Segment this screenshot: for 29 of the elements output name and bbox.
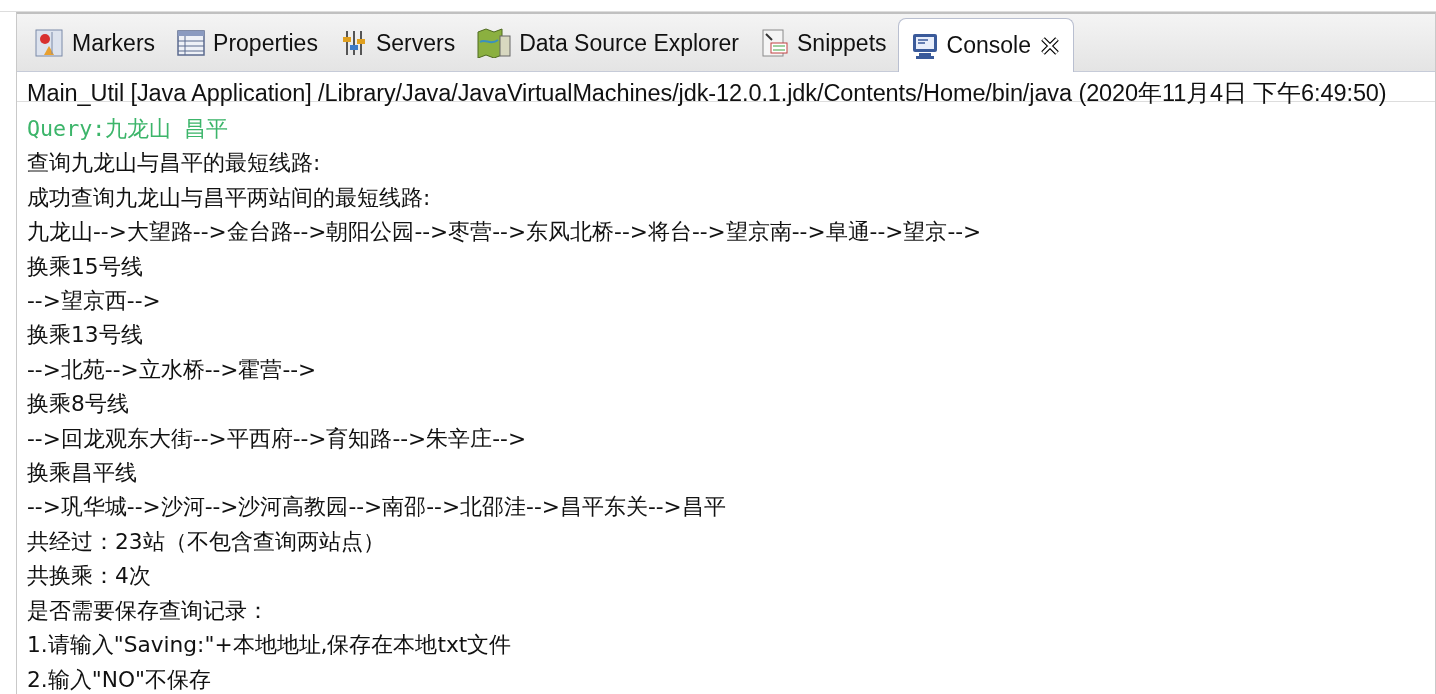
close-icon[interactable] [1038, 34, 1061, 57]
console-output-line: 2.输入"NO"不保存 [27, 665, 212, 694]
view-tab[interactable]: Properties [166, 19, 329, 67]
console-output-line: -->巩华城-->沙河-->沙河高教园-->南邵-->北邵洼-->昌平东关-->昌平 [27, 493, 727, 522]
map-icon [477, 28, 512, 58]
console-output-line: -->北苑-->立水桥-->霍营--> [27, 355, 318, 384]
view-tab[interactable]: Console [897, 18, 1074, 72]
console-output-line: 1.请输入"Saving:"+本地地址,保存在本地txt文件 [27, 631, 513, 660]
console-output-line: 换乘15号线 [27, 252, 144, 281]
view-tab[interactable]: Snippets [750, 19, 898, 67]
view-tab[interactable]: Data Source Explorer [466, 19, 751, 67]
console-input-line: Query:九龙山 昌平 [27, 115, 230, 143]
console-output-line: 共换乘：4次 [27, 562, 152, 591]
console-output-line: 换乘昌平线 [27, 459, 138, 488]
console-output-line: 成功查询九龙山与昌平两站间的最短线路: [27, 183, 432, 212]
console-output-line: 换乘13号线 [27, 321, 144, 350]
monitor-icon [910, 31, 939, 60]
console-output-line: -->望京西--> [27, 287, 162, 316]
console-output-line: 是否需要保存查询记录： [27, 596, 270, 625]
markers-icon [34, 28, 64, 58]
console-output-line: 查询九龙山与昌平的最短线路: [27, 149, 322, 178]
table-icon [177, 29, 206, 57]
view-tab[interactable]: Markers [23, 19, 167, 67]
console-output-line: 换乘8号线 [27, 390, 130, 419]
snippets-icon [761, 29, 790, 57]
console-output-line: 九龙山-->大望路-->金台路-->朝阳公园-->枣营-->东风北桥-->将台-->望京南-->阜通-->望京--> [27, 218, 983, 247]
console-output-line: 共经过：23站（不包含查询两站点） [27, 527, 386, 556]
view-tab[interactable]: Servers [328, 19, 467, 67]
console-output-line: -->回龙观东大街-->平西府-->育知路-->朱辛庄--> [27, 424, 528, 453]
